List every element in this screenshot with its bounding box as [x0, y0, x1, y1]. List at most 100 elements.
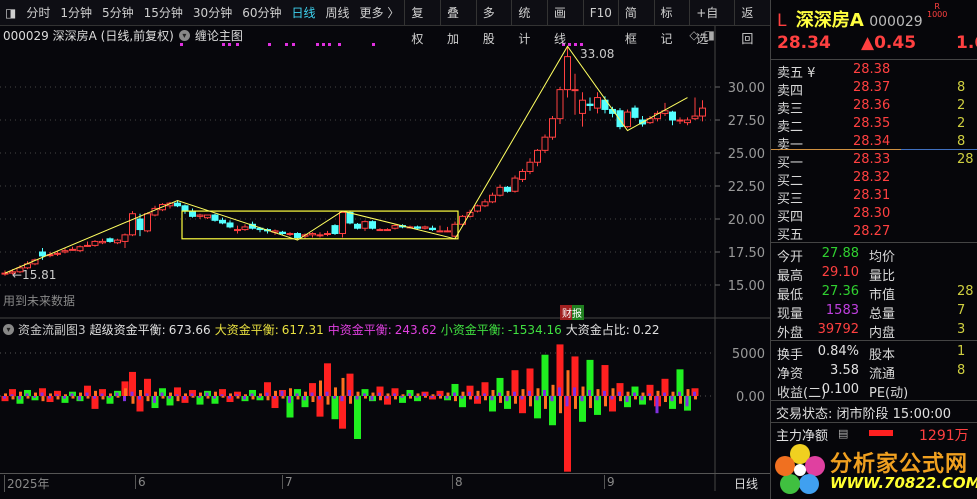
toolbar-button[interactable]: 画线: [547, 0, 583, 46]
period-tab[interactable]: 30分钟: [188, 4, 237, 21]
flow-bar-medium: [603, 390, 606, 396]
flow-bar-medium: [325, 391, 329, 396]
level-price: 28.33: [853, 152, 891, 167]
flow-bar-large: [116, 396, 120, 398]
stat-label: 今开: [777, 250, 804, 265]
candle-body: [481, 201, 489, 207]
flow-bar-large: [169, 392, 172, 396]
flow-bar-large: [439, 396, 442, 399]
level-volume: 2: [957, 98, 966, 113]
flow-bar-large: [214, 391, 217, 396]
flow-bar-large: [454, 396, 457, 402]
layout-toggle-icon[interactable]: ◨: [0, 6, 21, 20]
flow-bar-medium: [160, 392, 164, 396]
flow-bar-medium: [93, 396, 96, 399]
list-icon[interactable]: ▤: [838, 427, 848, 440]
flow-bar-super: [564, 396, 571, 472]
level-label: 买一: [777, 156, 804, 171]
stat-label: 市值: [869, 288, 896, 303]
flow-bar-medium: [108, 396, 111, 398]
flow-bar-medium: [115, 392, 119, 396]
indicator-number: 673.66: [168, 322, 211, 337]
period-tab[interactable]: 15分钟: [139, 4, 188, 21]
flow-bar-large: [124, 388, 127, 396]
toolbar-button[interactable]: 返回: [734, 0, 770, 46]
flow-bar-medium: [415, 396, 419, 398]
buy-level-row[interactable]: 买一 28.33 28: [775, 152, 977, 171]
flow-bar-medium: [535, 396, 539, 401]
period-tab[interactable]: 1分钟: [55, 4, 97, 21]
flow-bar-medium: [528, 390, 531, 396]
flow-bar-medium: [318, 396, 321, 400]
indicator-label: 大资金平衡:: [214, 322, 279, 337]
candle-body: [586, 103, 594, 106]
toolbar-button[interactable]: 标记: [653, 0, 690, 46]
main-indicator-name[interactable]: 缠论主图: [195, 27, 243, 44]
buy-level-row[interactable]: 买四 28.30: [775, 206, 977, 225]
flow-bar-medium: [168, 396, 171, 399]
diamond-icon[interactable]: ◇: [689, 28, 698, 42]
signal-dot: [180, 43, 183, 46]
indicator-label: 小资金平衡:: [440, 322, 505, 337]
stat-value: 0.100: [821, 382, 859, 397]
event-badge[interactable]: 财报: [560, 305, 584, 320]
level-price: 28.34: [853, 134, 891, 149]
flow-bar-large: [304, 391, 307, 396]
flow-bar-large: [686, 389, 690, 396]
period-tab[interactable]: 周线: [321, 4, 355, 21]
candle-body: [361, 221, 369, 229]
period-tab[interactable]: 更多 〉: [355, 4, 405, 21]
flow-bar-medium: [663, 392, 666, 396]
chart-title: 000029 深深房A (日线,前复权): [3, 28, 174, 43]
flow-bar-medium: [438, 394, 441, 396]
indicator-number: 243.62: [394, 322, 437, 337]
indicator-name[interactable]: 资金流副图3: [18, 321, 86, 338]
candle-body: [121, 234, 129, 242]
signal-dot: [268, 43, 271, 46]
flow-bar-medium: [520, 396, 524, 400]
toolbar-button[interactable]: F10: [582, 0, 618, 26]
watermark-url: WWW.70822.COM: [830, 474, 977, 492]
sell-level-row[interactable]: 卖四 28.37 8: [775, 80, 977, 99]
kline-chart[interactable]: 30.00 27.50 25.00 22.50 20.00 17.50 15.00 33.08…: [0, 0, 770, 499]
toolbar-button[interactable]: 复权: [404, 0, 440, 46]
panel-toggle-icon[interactable]: ◨: [704, 28, 715, 42]
flow-bar-large: [34, 392, 37, 396]
flow-bar-large: [424, 396, 427, 398]
sell-level-row[interactable]: 卖三 28.36 2: [775, 98, 977, 117]
flow-bar-medium: [498, 392, 501, 396]
toolbar-button[interactable]: 多股: [475, 0, 512, 46]
stat-label: 流通: [869, 367, 896, 382]
month-label: 9: [604, 475, 615, 489]
signal-dot: [316, 43, 319, 46]
flow-bar-large: [109, 393, 112, 396]
flow-bar-medium: [265, 392, 269, 396]
flow-bar-large: [26, 396, 30, 399]
flow-bar-large: [589, 396, 592, 409]
period-tab[interactable]: 5分钟: [97, 4, 139, 21]
period-tab[interactable]: 日线: [286, 4, 320, 21]
flow-bar-large: [206, 396, 210, 399]
candle-body: [219, 219, 226, 224]
stat-row: 最高 29.10 量比: [775, 265, 977, 284]
toolbar-button[interactable]: 统计: [511, 0, 547, 46]
buy-level-row[interactable]: 买五 28.27: [775, 224, 977, 243]
period-tab[interactable]: 60分钟: [237, 4, 286, 21]
candle-body: [669, 111, 676, 121]
sell-level-row[interactable]: 卖五 ¥ 28.38: [775, 62, 977, 81]
toolbar-button[interactable]: 叠加: [440, 0, 476, 46]
flow-bar-large: [491, 389, 495, 396]
toolbar-button[interactable]: +自选: [689, 0, 734, 46]
flow-bar-large: [139, 389, 142, 396]
buy-level-row[interactable]: 买三 28.31: [775, 188, 977, 207]
level-label: 买五: [777, 228, 804, 243]
flow-bar-medium: [340, 396, 344, 402]
period-tab[interactable]: 分时: [21, 4, 55, 21]
toolbar-button[interactable]: 简框: [617, 0, 654, 46]
level-price: 28.35: [853, 116, 891, 131]
dropdown-icon[interactable]: ▾: [178, 29, 190, 41]
dropdown-icon[interactable]: ▾: [3, 323, 14, 335]
quote-panel: L 深深房A 000029 R1000 28.34 ▲0.45 1.6 卖五 ¥…: [770, 0, 977, 499]
sell-level-row[interactable]: 卖二 28.35 2: [775, 116, 977, 135]
buy-level-row[interactable]: 买二 28.32: [775, 170, 977, 189]
